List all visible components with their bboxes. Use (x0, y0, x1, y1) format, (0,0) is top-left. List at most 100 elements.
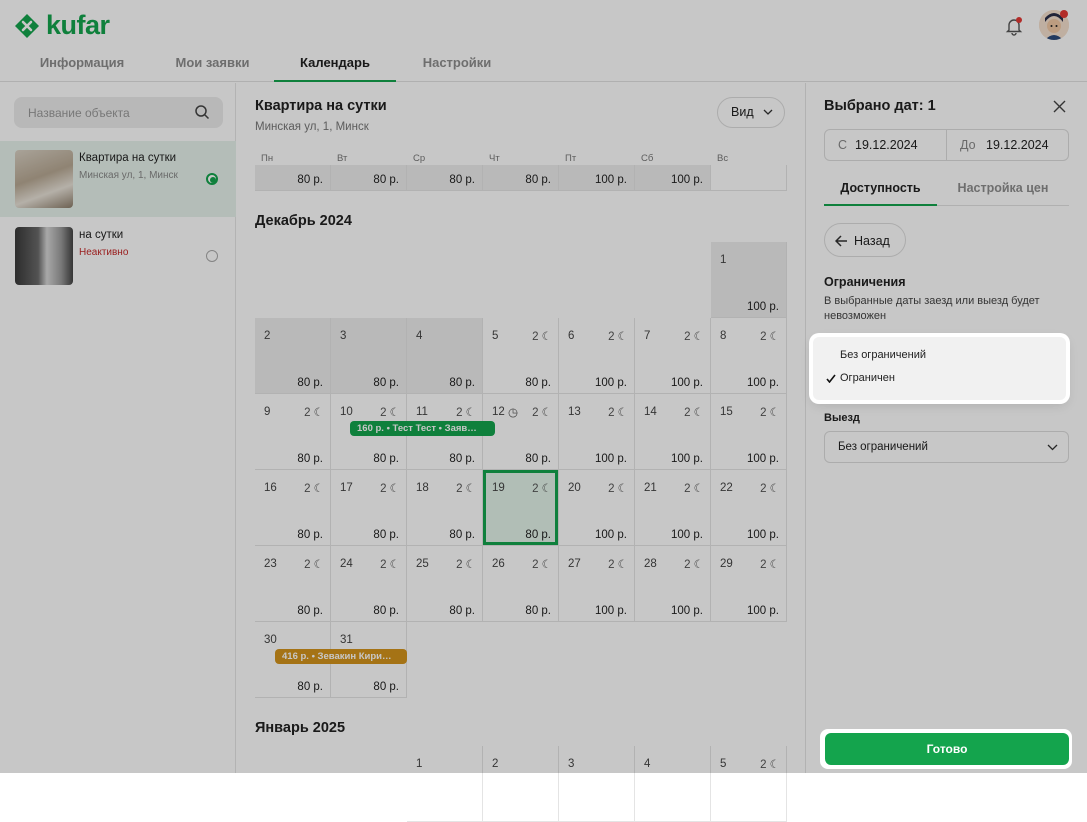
calendar-day[interactable]: 7 2 ☾ 100 р. (635, 318, 711, 394)
day-number: 30 (264, 634, 277, 646)
day-number: 5 (720, 758, 727, 770)
tab-settings[interactable]: Настройки (407, 44, 507, 82)
dropdown-option[interactable]: Без ограничений (813, 343, 1066, 365)
calendar-day-jan[interactable]: 2 (483, 746, 559, 822)
day-price: 80 р. (373, 377, 399, 389)
min-nights-moon-icon: 2 ☾ (608, 483, 628, 495)
day-price: 100 р. (747, 453, 779, 465)
tab-prices[interactable]: Настройка цен (937, 172, 1069, 206)
day-price: 80 р. (373, 174, 399, 186)
tab-calendar[interactable]: Календарь (274, 44, 396, 82)
calendar-day[interactable]: 6 2 ☾ 100 р. (559, 318, 635, 394)
calendar-day-prev[interactable]: 80 р. (331, 165, 407, 191)
calendar-day[interactable]: 18 2 ☾ 80 р. (407, 470, 483, 546)
calendar-day[interactable]: 2 80 р. (255, 318, 331, 394)
booking-bar[interactable]: 160 р. • Тест Тест • Заяв… (350, 421, 495, 436)
tab-info[interactable]: Информация (27, 44, 137, 82)
calendar-day-prev[interactable]: 80 р. (407, 165, 483, 191)
day-price: 100 р. (671, 453, 703, 465)
min-nights-moon-icon: 2 ☾ (684, 407, 704, 419)
calendar-day-jan[interactable]: 3 (559, 746, 635, 822)
calendar-day-prev[interactable]: 80 р. (483, 165, 559, 191)
date-from-field[interactable]: С 19.12.2024 (825, 130, 946, 160)
calendar-day[interactable]: 1 100 р. (711, 242, 787, 318)
calendar-day[interactable]: 4 80 р. (407, 318, 483, 394)
min-nights-moon-icon: 2 ☾ (380, 483, 400, 495)
done-button[interactable]: Готово (825, 733, 1069, 765)
view-button-label: Вид (731, 105, 754, 119)
day-number: 13 (568, 406, 581, 418)
weekday-label: Сб (641, 153, 654, 164)
month-title-january: Январь 2025 (255, 720, 346, 736)
calendar-day[interactable]: 16 2 ☾ 80 р. (255, 470, 331, 546)
object-radio[interactable] (206, 173, 218, 185)
calendar-day[interactable]: 27 2 ☾ 100 р. (559, 546, 635, 622)
object-title: Квартира на сутки (79, 152, 177, 164)
calendar-day[interactable]: 13 2 ☾ 100 р. (559, 394, 635, 470)
calendar-day[interactable]: 5 2 ☾ 80 р. (483, 318, 559, 394)
bell-icon[interactable] (1004, 16, 1024, 36)
min-nights-moon-icon: 2 ☾ (608, 407, 628, 419)
panel-title: Выбрано дат: 1 (824, 98, 936, 114)
day-number: 3 (340, 330, 347, 342)
calendar-day-jan[interactable]: 5 2 ☾ (711, 746, 787, 822)
kufar-logo[interactable]: kufar (14, 10, 110, 41)
calendar-day[interactable]: 15 2 ☾ 100 р. (711, 394, 787, 470)
min-nights-moon-icon: 2 ☾ (684, 483, 704, 495)
day-number: 15 (720, 406, 733, 418)
calendar-day[interactable]: 23 2 ☾ 80 р. (255, 546, 331, 622)
booking-bar[interactable]: 416 р. • Зевакин Кири… (275, 649, 407, 664)
kufar-logo-icon (15, 13, 39, 38)
calendar-day-empty[interactable] (711, 165, 787, 191)
checkout-select[interactable]: Без ограничений (824, 431, 1069, 463)
calendar-day[interactable]: 26 2 ☾ 80 р. (483, 546, 559, 622)
min-nights-moon-icon: 2 ☾ (608, 559, 628, 571)
day-price: 80 р. (449, 529, 475, 541)
day-number: 24 (340, 558, 353, 570)
calendar-day[interactable]: 22 2 ☾ 100 р. (711, 470, 787, 546)
calendar-day[interactable]: 17 2 ☾ 80 р. (331, 470, 407, 546)
back-button[interactable]: Назад (824, 223, 906, 257)
search-icon[interactable] (194, 104, 210, 120)
day-number: 1 (720, 254, 727, 266)
view-button[interactable]: Вид (717, 97, 785, 128)
min-nights-moon-icon: 2 ☾ (760, 559, 780, 571)
date-to-field[interactable]: До 19.12.2024 (947, 130, 1068, 160)
calendar-day[interactable]: 25 2 ☾ 80 р. (407, 546, 483, 622)
day-number: 26 (492, 558, 505, 570)
dropdown-option-label: Ограничен (840, 372, 895, 384)
weekday-label: Вс (717, 153, 729, 164)
search-placeholder: Название объекта (28, 106, 130, 120)
calendar-day-jan[interactable]: 4 (635, 746, 711, 822)
calendar-day[interactable]: 3 80 р. (331, 318, 407, 394)
min-nights-moon-icon: 2 ☾ (760, 483, 780, 495)
calendar-day[interactable]: 8 2 ☾ 100 р. (711, 318, 787, 394)
dropdown-option-selected[interactable]: Ограничен (813, 366, 1066, 388)
calendar-day[interactable]: 14 2 ☾ 100 р. (635, 394, 711, 470)
calendar-day[interactable]: 28 2 ☾ 100 р. (635, 546, 711, 622)
calendar-day-prev[interactable]: 80 р. (255, 165, 331, 191)
tab-my-requests[interactable]: Мои заявки (160, 44, 265, 82)
calendar-day[interactable]: 29 2 ☾ 100 р. (711, 546, 787, 622)
close-icon[interactable] (1053, 100, 1066, 113)
day-price: 80 р. (297, 681, 323, 693)
date-to-value: 19.12.2024 (986, 138, 1049, 152)
calendar-day[interactable]: 24 2 ☾ 80 р. (331, 546, 407, 622)
calendar-day[interactable]: 21 2 ☾ 100 р. (635, 470, 711, 546)
calendar-day-jan[interactable]: 1 (407, 746, 483, 822)
calendar-day[interactable]: 9 2 ☾ 80 р. (255, 394, 331, 470)
calendar-day-prev[interactable]: 100 р. (635, 165, 711, 191)
tab-availability[interactable]: Доступность (824, 172, 937, 206)
object-radio[interactable] (206, 250, 218, 262)
object-thumbnail (15, 150, 73, 208)
date-to-label: До (960, 138, 976, 152)
calendar-day[interactable]: 19 2 ☾ 80 р. (483, 470, 559, 546)
logo-text: kufar (46, 10, 110, 40)
calendar-day-prev[interactable]: 100 р. (559, 165, 635, 191)
min-nights-moon-icon: 2 ☾ (304, 407, 324, 419)
day-price: 100 р. (671, 377, 703, 389)
search-input[interactable]: Название объекта (14, 97, 223, 128)
weekday-label: Пт (565, 153, 577, 164)
min-nights-moon-icon: 2 ☾ (760, 759, 780, 771)
calendar-day[interactable]: 20 2 ☾ 100 р. (559, 470, 635, 546)
